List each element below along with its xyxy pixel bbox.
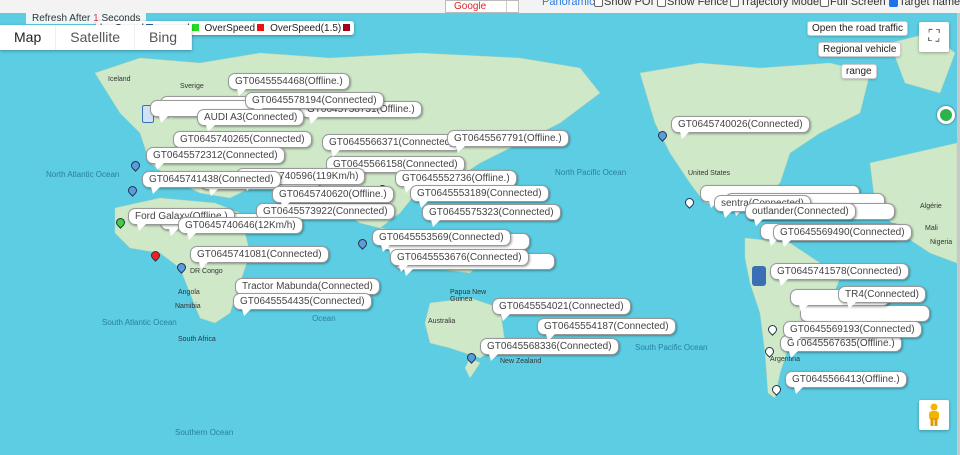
legend-overspeed: OverSpeed bbox=[205, 23, 265, 34]
checkbox-label: Target name bbox=[899, 0, 960, 8]
vehicle-label-stack[interactable] bbox=[800, 305, 930, 328]
vehicle-label[interactable]: GT0645575323(Connected) bbox=[422, 204, 561, 227]
map-type-map[interactable]: Map bbox=[0, 25, 57, 50]
country-label: Nigeria bbox=[930, 239, 953, 246]
trajectory-model-checkbox[interactable]: Trajectory Model bbox=[730, 0, 822, 8]
vehicle-label[interactable]: GT0645554468(Offline.) bbox=[228, 73, 350, 96]
vehicle-label[interactable]: outlander(Connected) bbox=[745, 203, 856, 226]
vehicle-label[interactable]: GT0645569193(Connected) bbox=[783, 321, 922, 344]
map-provider-select[interactable]: Google bbox=[445, 0, 519, 13]
vehicle-label[interactable]: TR4(Connected) bbox=[838, 286, 926, 309]
vehicle-label[interactable]: GT0645553189(Connected) bbox=[410, 185, 549, 208]
show-poi-checkbox[interactable]: Show POI bbox=[594, 0, 654, 8]
country-label: Sverige bbox=[180, 83, 204, 90]
panoramic-link[interactable]: Panoramic bbox=[542, 0, 595, 8]
fullscreen-button[interactable]: ⛶ bbox=[919, 22, 949, 52]
vehicle-label[interactable]: GT0645553569(Connected) bbox=[372, 229, 511, 252]
map-type-control: Map Satellite Bing bbox=[0, 25, 193, 50]
map-type-satellite[interactable]: Satellite bbox=[56, 25, 136, 50]
map-canvas[interactable]: North Atlantic Ocean South Atlantic Ocea… bbox=[0, 13, 957, 455]
top-toolbar: Google Panoramic Show POI Show Fence Tra… bbox=[0, 0, 960, 13]
vehicle-label[interactable]: GT0645578194(Connected) bbox=[245, 92, 384, 115]
country-label: Mali bbox=[925, 225, 938, 232]
ocean-label: Ocean bbox=[312, 314, 336, 323]
checkbox-label: Show Fence bbox=[667, 0, 729, 8]
vehicle-label[interactable]: GT0645740620(Offline.) bbox=[272, 186, 394, 209]
country-label: Angola bbox=[178, 289, 200, 296]
vehicle-label[interactable]: GT0645553676(Connected) bbox=[390, 249, 529, 272]
full-screen-checkbox[interactable]: Full Screen bbox=[820, 0, 886, 8]
vehicle-label[interactable]: GT0645567791(Offline.) bbox=[447, 130, 569, 153]
country-label: Namibia bbox=[175, 303, 201, 310]
vehicle-label[interactable]: GT0645569490(Connected) bbox=[773, 224, 912, 247]
vehicle-label[interactable]: GT0645740265(Connected) bbox=[173, 131, 312, 154]
ocean-label: North Pacific Ocean bbox=[555, 168, 627, 177]
legend-label: OverSpeed bbox=[204, 22, 256, 34]
pegman-icon bbox=[929, 403, 939, 426]
legend-swatch bbox=[257, 23, 265, 31]
checkbox-icon bbox=[657, 0, 666, 7]
vehicle-label[interactable]: GT0645572312(Connected) bbox=[146, 147, 285, 170]
ocean-label: South Atlantic Ocean bbox=[102, 318, 177, 327]
vehicle-label[interactable]: GT0645741438(Connected) bbox=[142, 171, 281, 194]
vehicle-label[interactable]: GT0645554187(Connected) bbox=[537, 318, 676, 341]
legend-swatch bbox=[191, 23, 199, 31]
vehicle-label[interactable]: GT0645740026(Connected) bbox=[671, 116, 810, 139]
vehicle-label[interactable]: GT0645741578(Connected) bbox=[770, 263, 909, 286]
map-provider-value: Google bbox=[454, 1, 487, 12]
country-label: Iceland bbox=[108, 76, 131, 83]
vehicle-label[interactable]: GT0645554435(Connected) bbox=[233, 293, 372, 316]
country-label: Algérie bbox=[920, 203, 942, 210]
country-label: United States bbox=[688, 170, 731, 177]
vehicle-label[interactable]: GT0645741081(Connected) bbox=[190, 246, 329, 269]
ocean-label: North Atlantic Ocean bbox=[46, 170, 120, 179]
country-label: Australia bbox=[428, 318, 456, 325]
range-button[interactable]: range bbox=[841, 64, 877, 79]
checkbox-label: Show POI bbox=[604, 0, 654, 8]
country-label: New Zealand bbox=[500, 358, 542, 365]
vehicle-bus-icon[interactable] bbox=[752, 266, 766, 286]
vehicle-label[interactable]: GT0645740646(12Km/h) bbox=[178, 217, 303, 240]
country-label: South Africa bbox=[178, 336, 216, 343]
country-label: DR Congo bbox=[190, 268, 223, 275]
vehicle-label[interactable]: GT0645566413(Offline.) bbox=[785, 371, 907, 394]
checkbox-label: Trajectory Model bbox=[740, 0, 822, 8]
legend-overspeed-1-5: OverSpeed(1.5) bbox=[270, 22, 351, 34]
show-fence-checkbox[interactable]: Show Fence bbox=[657, 0, 728, 8]
chevron-down-icon bbox=[506, 1, 518, 12]
checkbox-checked-icon bbox=[889, 0, 898, 7]
location-marker-icon[interactable] bbox=[937, 106, 955, 124]
street-view-pegman-button[interactable] bbox=[919, 400, 949, 430]
road-traffic-button[interactable]: Open the road traffic bbox=[807, 21, 908, 36]
ocean-label: South Pacific Ocean bbox=[635, 343, 708, 352]
checkbox-icon bbox=[820, 0, 829, 7]
refresh-prefix: Refresh After bbox=[32, 13, 91, 24]
vehicle-label[interactable]: GT0645554021(Connected) bbox=[492, 298, 631, 321]
map-type-bing[interactable]: Bing bbox=[135, 25, 193, 50]
regional-vehicle-button[interactable]: Regional vehicle bbox=[818, 42, 902, 57]
target-name-checkbox[interactable]: Target name bbox=[889, 0, 960, 8]
legend-swatch bbox=[343, 23, 351, 31]
vehicle-label[interactable]: AUDI A3(Connected) bbox=[197, 109, 305, 132]
ocean-label: Southern Ocean bbox=[175, 428, 234, 437]
checkbox-icon bbox=[730, 0, 739, 7]
legend-label: OverSpeed(1.5) bbox=[270, 22, 342, 34]
checkbox-label: Full Screen bbox=[830, 0, 886, 8]
checkbox-icon bbox=[594, 0, 603, 7]
vehicle-label[interactable]: GT0645566371(Connected) bbox=[322, 134, 461, 157]
fullscreen-icon: ⛶ bbox=[928, 28, 940, 45]
country-label: Papua New Guinea bbox=[450, 289, 487, 303]
